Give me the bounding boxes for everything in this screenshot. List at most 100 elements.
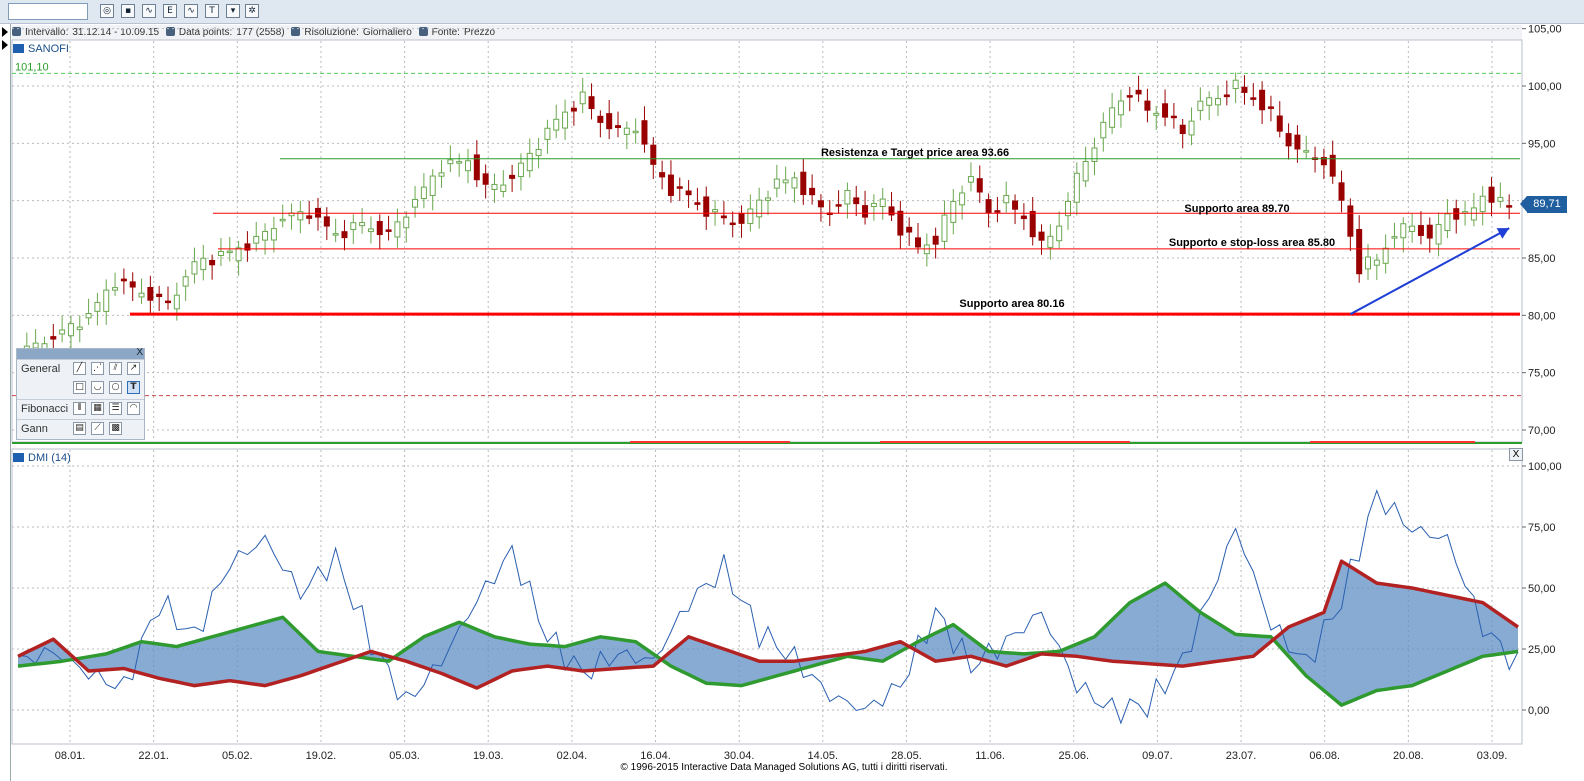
arc-tool-icon[interactable]: ◡ <box>91 381 104 394</box>
candle-body <box>173 294 180 310</box>
candle-body <box>420 186 427 200</box>
x-tick-label: 11.06. <box>975 750 1005 762</box>
level-annotation: Supporto e stop-loss area 85.80 <box>1169 237 1335 249</box>
gann-grid-tool-icon[interactable]: ▤ <box>73 422 86 435</box>
candle-body <box>315 207 321 218</box>
candle-body <box>941 214 948 242</box>
fib-retrace-tool-icon[interactable]: ☰ <box>109 402 122 415</box>
candle-body <box>1215 98 1221 106</box>
candle-body <box>1285 133 1292 147</box>
candle-body <box>1162 103 1169 118</box>
candle-body <box>791 177 798 189</box>
candle-body <box>50 336 57 340</box>
candle-body <box>835 204 842 207</box>
candle-body <box>138 292 145 298</box>
candle-body <box>253 235 260 244</box>
candle-body <box>438 172 445 177</box>
price-y-tick-label: 105,00 <box>1528 24 1562 36</box>
candle-body <box>1241 86 1248 93</box>
candle-body <box>323 216 330 227</box>
fib-grid-tool-icon[interactable]: ▦ <box>91 402 104 415</box>
text-tool-icon[interactable]: T <box>127 381 140 394</box>
dmi-pane-frame <box>11 448 1523 745</box>
x-tick-label: 20.08. <box>1393 750 1424 762</box>
dmi-legend-swatch <box>13 453 24 462</box>
candle-body <box>1356 228 1363 275</box>
candle-body <box>1417 225 1424 236</box>
circle-tool-icon[interactable]: ○ <box>109 381 122 394</box>
candle-body <box>667 174 674 196</box>
dmi-y-tick-label: 75,00 <box>1528 522 1556 534</box>
price-y-tick-label: 80,00 <box>1528 310 1556 322</box>
rectangle-tool-icon[interactable]: □ <box>73 381 86 394</box>
candle-body <box>85 313 92 319</box>
candle-body <box>729 222 736 226</box>
gann-fan-tool-icon[interactable]: ⟋ <box>91 422 104 435</box>
candle-body <box>209 259 216 266</box>
candle-body <box>412 198 419 208</box>
candle-body <box>1144 100 1151 111</box>
candle-body <box>1029 210 1036 238</box>
x-tick-label: 06.08. <box>1309 750 1340 762</box>
price-y-tick-label: 70,00 <box>1528 425 1556 437</box>
copyright-text: © 1996-2015 Interactive Data Managed Sol… <box>620 762 948 773</box>
palette-row-fibonacci: Fibonacci ⦀ ▦ ☰ ◠ <box>17 399 144 419</box>
candle-body <box>1250 97 1257 100</box>
dmi-close-button[interactable]: X <box>1509 448 1523 461</box>
fib-arc-tool-icon[interactable]: ◠ <box>127 402 140 415</box>
x-tick-label: 14.05. <box>808 750 839 762</box>
candle-body <box>1259 89 1266 111</box>
x-tick-label: 03.09. <box>1477 750 1508 762</box>
candle-body <box>359 222 366 227</box>
candle-body <box>1303 150 1310 153</box>
candle-body <box>985 199 992 213</box>
candle-body <box>156 293 163 298</box>
candle-body <box>491 183 498 190</box>
candle-body <box>367 228 374 233</box>
line-tool-icon[interactable]: ╱ <box>73 362 86 375</box>
x-tick-label: 28.05. <box>891 750 922 762</box>
candle-body <box>535 148 542 157</box>
candle-body <box>112 287 119 291</box>
candle-body <box>1400 223 1407 239</box>
candle-body <box>1056 225 1063 242</box>
candle-body <box>1197 100 1204 111</box>
candle-body <box>509 174 516 179</box>
candle-body <box>544 127 551 140</box>
candle-body <box>147 286 154 301</box>
candle-body <box>1135 89 1142 95</box>
gann-square-tool-icon[interactable]: ▩ <box>109 422 122 435</box>
candle-body <box>641 120 648 145</box>
candle-body <box>597 115 604 123</box>
candle-body <box>200 257 207 271</box>
candle-body <box>606 113 613 130</box>
x-tick-label: 16.04. <box>640 750 671 762</box>
candle-body <box>870 202 877 208</box>
candle-body <box>385 229 392 232</box>
drawing-palette: X General ╱ ⋰ ⫽ ↗ □ ◡ ○ T Fibonacci ⦀ ▦ … <box>16 347 145 440</box>
candle-body <box>1497 196 1504 202</box>
x-tick-label: 09.07. <box>1142 750 1173 762</box>
palette-row-shapes: □ ◡ ○ T <box>17 379 144 398</box>
dotted-line-tool-icon[interactable]: ⋰ <box>91 362 104 375</box>
candle-body <box>1003 195 1010 204</box>
candle-body <box>844 189 851 205</box>
candle-body <box>262 230 269 241</box>
x-tick-label: 02.04. <box>557 750 588 762</box>
candle-body <box>720 215 727 219</box>
candle-body <box>456 161 463 164</box>
candle-body <box>1382 247 1389 264</box>
candle-body <box>1179 124 1186 135</box>
candle-body <box>800 171 807 195</box>
candle-body <box>350 222 357 231</box>
fib-time-tool-icon[interactable]: ⦀ <box>73 402 86 415</box>
palette-close-icon[interactable]: X <box>136 347 143 359</box>
candle-body <box>879 198 886 208</box>
candle-body <box>1267 106 1274 109</box>
arrow-tool-icon[interactable]: ↗ <box>127 362 140 375</box>
candle-body <box>429 175 436 196</box>
palette-titlebar[interactable]: X <box>17 347 144 359</box>
candle-body <box>579 91 586 105</box>
channel-tool-icon[interactable]: ⫽ <box>109 362 122 375</box>
x-tick-label: 19.02. <box>306 750 337 762</box>
